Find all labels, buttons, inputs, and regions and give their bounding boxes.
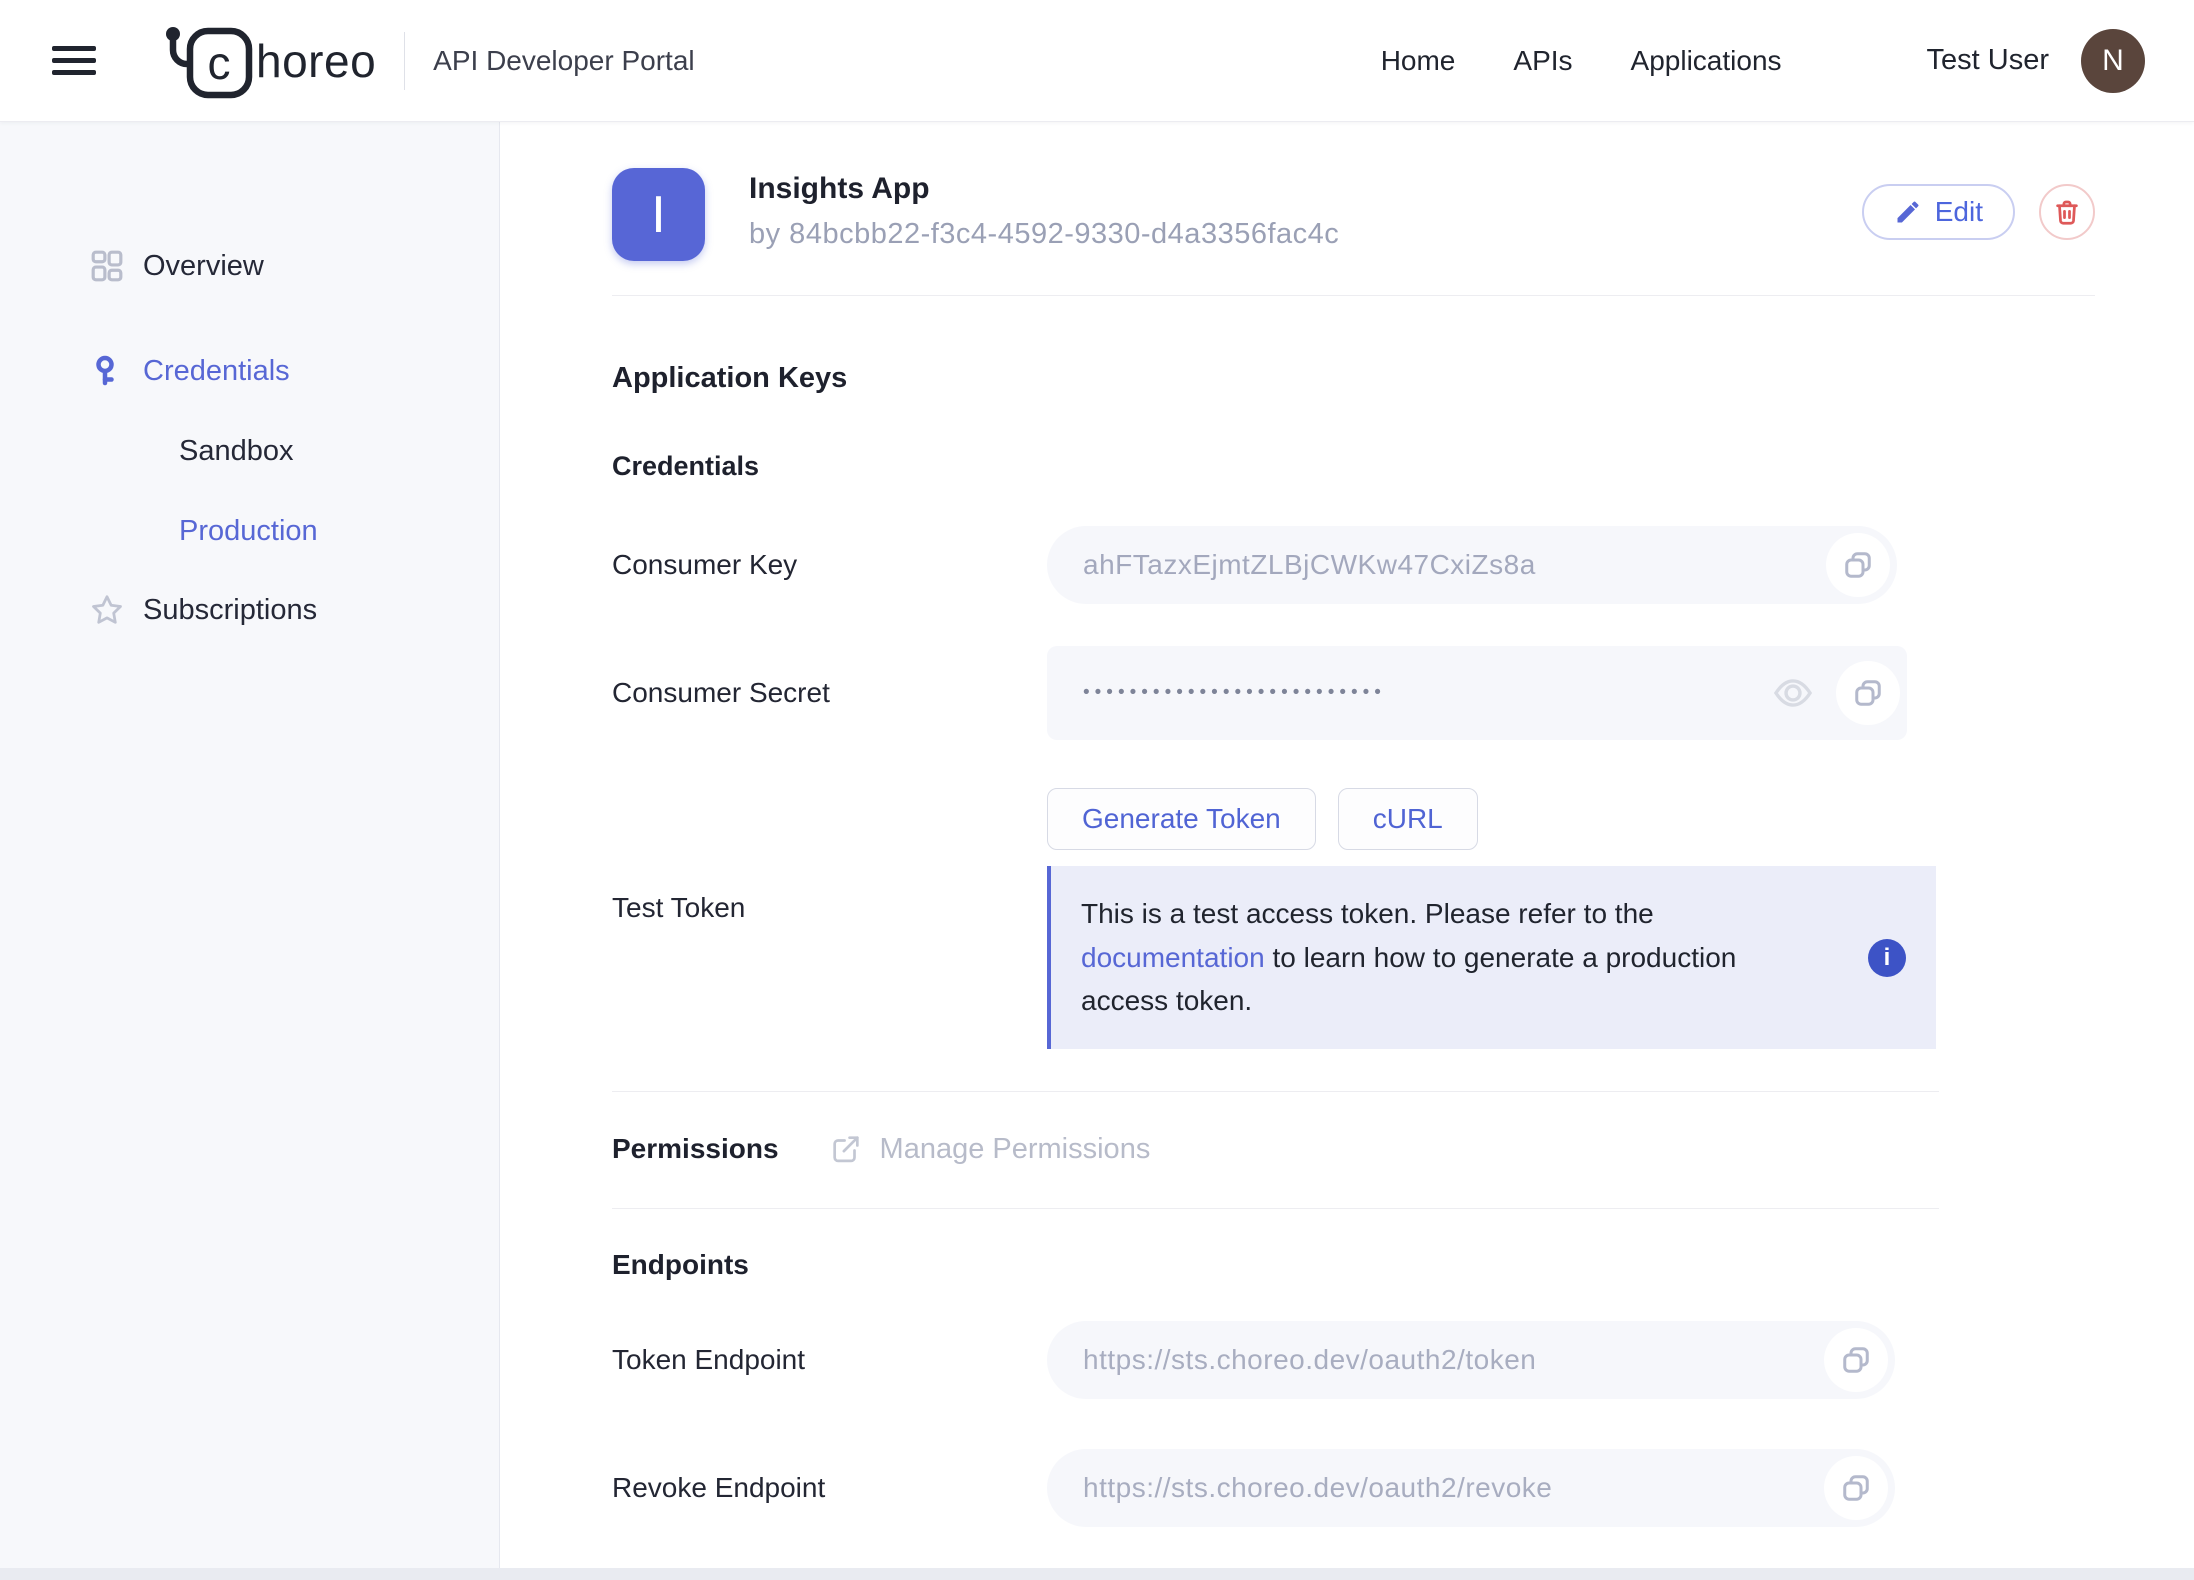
consumer-secret-row: Consumer Secret ••••••••••••••••••••••••… [612,646,2095,740]
portal-title: API Developer Portal [433,45,694,77]
sidebar-item-label: Overview [143,250,264,283]
sidebar: Overview Credentials Sandbox Production [0,122,500,1568]
revoke-endpoint-label: Revoke Endpoint [612,1472,1047,1504]
consumer-key-label: Consumer Key [612,549,1047,581]
sidebar-item-credentials[interactable]: Credentials [0,341,499,401]
test-token-info-box: This is a test access token. Please refe… [1047,866,1936,1049]
star-icon [90,593,124,627]
sidebar-item-label: Subscriptions [143,594,317,627]
manage-permissions-label: Manage Permissions [880,1133,1151,1166]
revoke-endpoint-field: https://sts.choreo.dev/oauth2/revoke [1047,1449,1895,1527]
endpoints-title: Endpoints [612,1249,2095,1281]
app-icon: I [612,168,705,261]
nav-item-home[interactable]: Home [1381,45,1456,77]
section-divider [612,1091,1939,1092]
consumer-secret-masked-value: •••••••••••••••••••••••••• [1083,682,1386,704]
test-token-message: This is a test access token. Please refe… [1081,898,1654,929]
sidebar-item-sandbox[interactable]: Sandbox [0,421,499,481]
sidebar-item-production[interactable]: Production [0,501,499,561]
main-content: I Insights App by 84bcbb22-f3c4-4592-933… [500,122,2194,1568]
choreo-logo-text: horeo [256,34,376,88]
test-token-row: Test Token This is a test access token. … [612,866,2095,1049]
user-name: Test User [1927,44,2049,77]
revoke-endpoint-value: https://sts.choreo.dev/oauth2/revoke [1083,1472,1552,1504]
token-endpoint-row: Token Endpoint https://sts.choreo.dev/oa… [612,1321,2095,1399]
app-name: Insights App [749,172,1339,206]
token-endpoint-label: Token Endpoint [612,1344,1047,1376]
permissions-title: Permissions [612,1133,779,1165]
sidebar-item-label: Credentials [143,355,290,388]
section-divider [612,295,2095,296]
section-divider [612,1208,1939,1209]
choreo-logo[interactable]: c horeo [162,21,376,101]
token-endpoint-field: https://sts.choreo.dev/oauth2/token [1047,1321,1895,1399]
app-header: I Insights App by 84bcbb22-f3c4-4592-933… [612,168,2095,261]
copy-consumer-secret-button[interactable] [1836,661,1900,725]
edit-button-label: Edit [1935,196,1983,228]
show-secret-button[interactable] [1771,671,1815,715]
grid-icon [90,249,124,283]
curl-button[interactable]: cURL [1338,788,1478,850]
test-token-label: Test Token [612,866,1047,924]
copy-consumer-key-button[interactable] [1826,533,1890,597]
hamburger-menu-icon[interactable] [52,39,96,82]
app-owner: by 84bcbb22-f3c4-4592-9330-d4a3356fac4c [749,218,1339,251]
revoke-endpoint-row: Revoke Endpoint https://sts.choreo.dev/o… [612,1449,2095,1527]
svg-text:c: c [208,37,231,89]
copy-revoke-endpoint-button[interactable] [1824,1456,1888,1520]
generate-token-button[interactable]: Generate Token [1047,788,1316,850]
sidebar-item-subscriptions[interactable]: Subscriptions [0,580,499,640]
choreo-logo-mark: c [162,21,254,101]
eye-icon [1772,672,1814,714]
nav-item-applications[interactable]: Applications [1631,45,1782,77]
header-divider [404,32,405,90]
pencil-icon [1894,198,1922,226]
user-menu[interactable]: Test User N [1927,29,2145,93]
consumer-key-value: ahFTazxEjmtZLBjCWKw47CxiZs8a [1083,549,1536,581]
external-link-icon [829,1132,863,1166]
top-header: c horeo API Developer Portal Home APIs A… [0,0,2194,122]
copy-icon [1841,1345,1871,1375]
copy-icon [1841,1473,1871,1503]
edit-button[interactable]: Edit [1862,184,2015,240]
sidebar-item-label: Sandbox [179,435,294,468]
token-endpoint-value: https://sts.choreo.dev/oauth2/token [1083,1344,1536,1376]
consumer-key-field: ahFTazxEjmtZLBjCWKw47CxiZs8a [1047,526,1897,604]
consumer-secret-field: •••••••••••••••••••••••••• [1047,646,1907,740]
delete-button[interactable] [2039,184,2095,240]
avatar[interactable]: N [2081,29,2145,93]
token-actions: Generate Token cURL [1047,788,2095,850]
copy-icon [1853,678,1883,708]
permissions-row: Permissions Manage Permissions [612,1132,2095,1166]
key-icon [90,354,124,388]
copy-token-endpoint-button[interactable] [1824,1328,1888,1392]
consumer-secret-label: Consumer Secret [612,677,1047,709]
top-nav: Home APIs Applications [1381,45,1782,77]
manage-permissions-link[interactable]: Manage Permissions [829,1132,1151,1166]
nav-item-apis[interactable]: APIs [1513,45,1572,77]
application-keys-title: Application Keys [612,362,2095,395]
info-icon: i [1868,939,1906,977]
sidebar-item-label: Production [179,515,318,548]
trash-icon [2052,197,2082,227]
credentials-title: Credentials [612,451,2095,482]
documentation-link[interactable]: documentation [1081,942,1265,973]
copy-icon [1843,550,1873,580]
consumer-key-row: Consumer Key ahFTazxEjmtZLBjCWKw47CxiZs8… [612,526,2095,604]
sidebar-item-overview[interactable]: Overview [0,236,499,296]
